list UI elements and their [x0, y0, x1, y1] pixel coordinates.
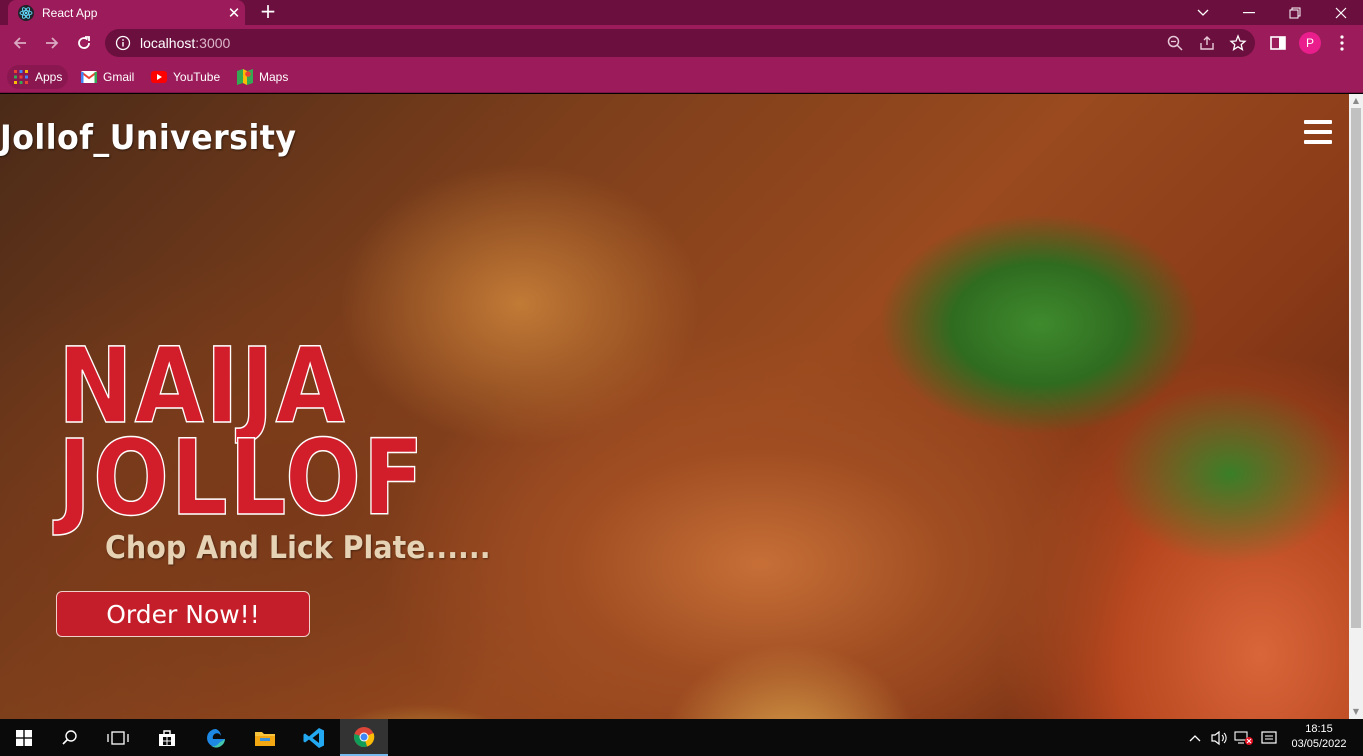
- bookmark-star-icon[interactable]: [1229, 34, 1247, 52]
- show-hidden-icons-icon[interactable]: [1186, 719, 1204, 756]
- vscode-icon[interactable]: [290, 719, 338, 756]
- browser-toolbar: localhost:3000 P: [0, 25, 1363, 61]
- hero-section: Jollof_University NAIJA JOLLOF Chop And …: [0, 94, 1349, 719]
- windows-taskbar: 18:15 03/05/2022: [0, 719, 1363, 756]
- close-window-icon[interactable]: [1318, 0, 1363, 25]
- hamburger-menu-icon[interactable]: [1304, 120, 1332, 144]
- tab-search-icon[interactable]: [1180, 0, 1226, 25]
- reload-icon[interactable]: [72, 31, 96, 55]
- forward-arrow-icon[interactable]: [40, 31, 64, 55]
- gmail-icon: [81, 69, 97, 85]
- bookmark-label: Apps: [35, 70, 63, 84]
- site-logo-text[interactable]: Jollof_University: [0, 118, 296, 158]
- file-explorer-icon[interactable]: [241, 719, 289, 756]
- scroll-thumb[interactable]: [1351, 108, 1361, 628]
- share-icon[interactable]: [1198, 34, 1216, 52]
- address-bar[interactable]: localhost:3000: [105, 29, 1255, 57]
- bookmark-maps[interactable]: Maps: [231, 65, 294, 89]
- notifications-icon[interactable]: [1258, 719, 1280, 756]
- task-view-icon[interactable]: [94, 719, 142, 756]
- network-disconnected-icon[interactable]: [1232, 719, 1256, 756]
- order-now-button[interactable]: Order Now!!: [56, 591, 310, 637]
- clock-time: 18:15: [1305, 723, 1333, 735]
- hero-title-line2: JOLLOF: [57, 417, 426, 539]
- taskbar-clock[interactable]: 18:15 03/05/2022: [1284, 722, 1354, 752]
- side-panel-icon[interactable]: [1268, 33, 1288, 53]
- youtube-icon: [151, 69, 167, 85]
- search-icon[interactable]: [46, 719, 94, 756]
- bookmark-gmail[interactable]: Gmail: [75, 65, 140, 89]
- volume-icon[interactable]: [1208, 719, 1230, 756]
- browser-tab[interactable]: React App ✕: [8, 0, 245, 25]
- windows-start-icon[interactable]: [0, 719, 48, 756]
- restore-icon[interactable]: [1272, 0, 1318, 25]
- edge-browser-icon[interactable]: [192, 719, 240, 756]
- bookmark-youtube[interactable]: YouTube: [145, 65, 226, 89]
- back-arrow-icon[interactable]: [8, 31, 32, 55]
- bookmarks-bar: Apps Gmail YouTube Maps: [0, 61, 1363, 93]
- zoom-icon[interactable]: [1166, 34, 1184, 52]
- url-host: localhost: [140, 35, 196, 51]
- url-text[interactable]: localhost:3000: [140, 35, 230, 51]
- chrome-icon[interactable]: [340, 719, 388, 756]
- react-logo-icon: [18, 4, 34, 21]
- new-tab-button[interactable]: +: [256, 0, 280, 25]
- apps-grid-icon: [13, 69, 29, 85]
- bookmark-label: YouTube: [173, 70, 221, 84]
- tab-close-icon[interactable]: ✕: [223, 4, 245, 22]
- bookmark-label: Gmail: [103, 70, 135, 84]
- scroll-down-icon[interactable]: ▼: [1349, 705, 1363, 719]
- microsoft-store-icon[interactable]: [143, 719, 191, 756]
- bookmark-apps[interactable]: Apps: [7, 65, 69, 89]
- scroll-up-icon[interactable]: ▲: [1349, 94, 1363, 108]
- tab-strip: React App ✕ +: [0, 0, 1363, 25]
- bookmark-label: Maps: [259, 70, 289, 84]
- url-port: :3000: [195, 35, 231, 51]
- site-info-icon[interactable]: [115, 35, 131, 51]
- clock-date: 03/05/2022: [1291, 738, 1347, 750]
- minimize-icon[interactable]: [1226, 0, 1272, 25]
- tab-title: React App: [42, 5, 98, 20]
- maps-icon: [237, 69, 253, 85]
- page-scrollbar[interactable]: ▲ ▼: [1349, 94, 1363, 719]
- hero-tagline: Chop And Lick Plate......: [105, 530, 491, 566]
- menu-dots-icon[interactable]: [1332, 33, 1352, 53]
- profile-avatar[interactable]: P: [1299, 32, 1321, 54]
